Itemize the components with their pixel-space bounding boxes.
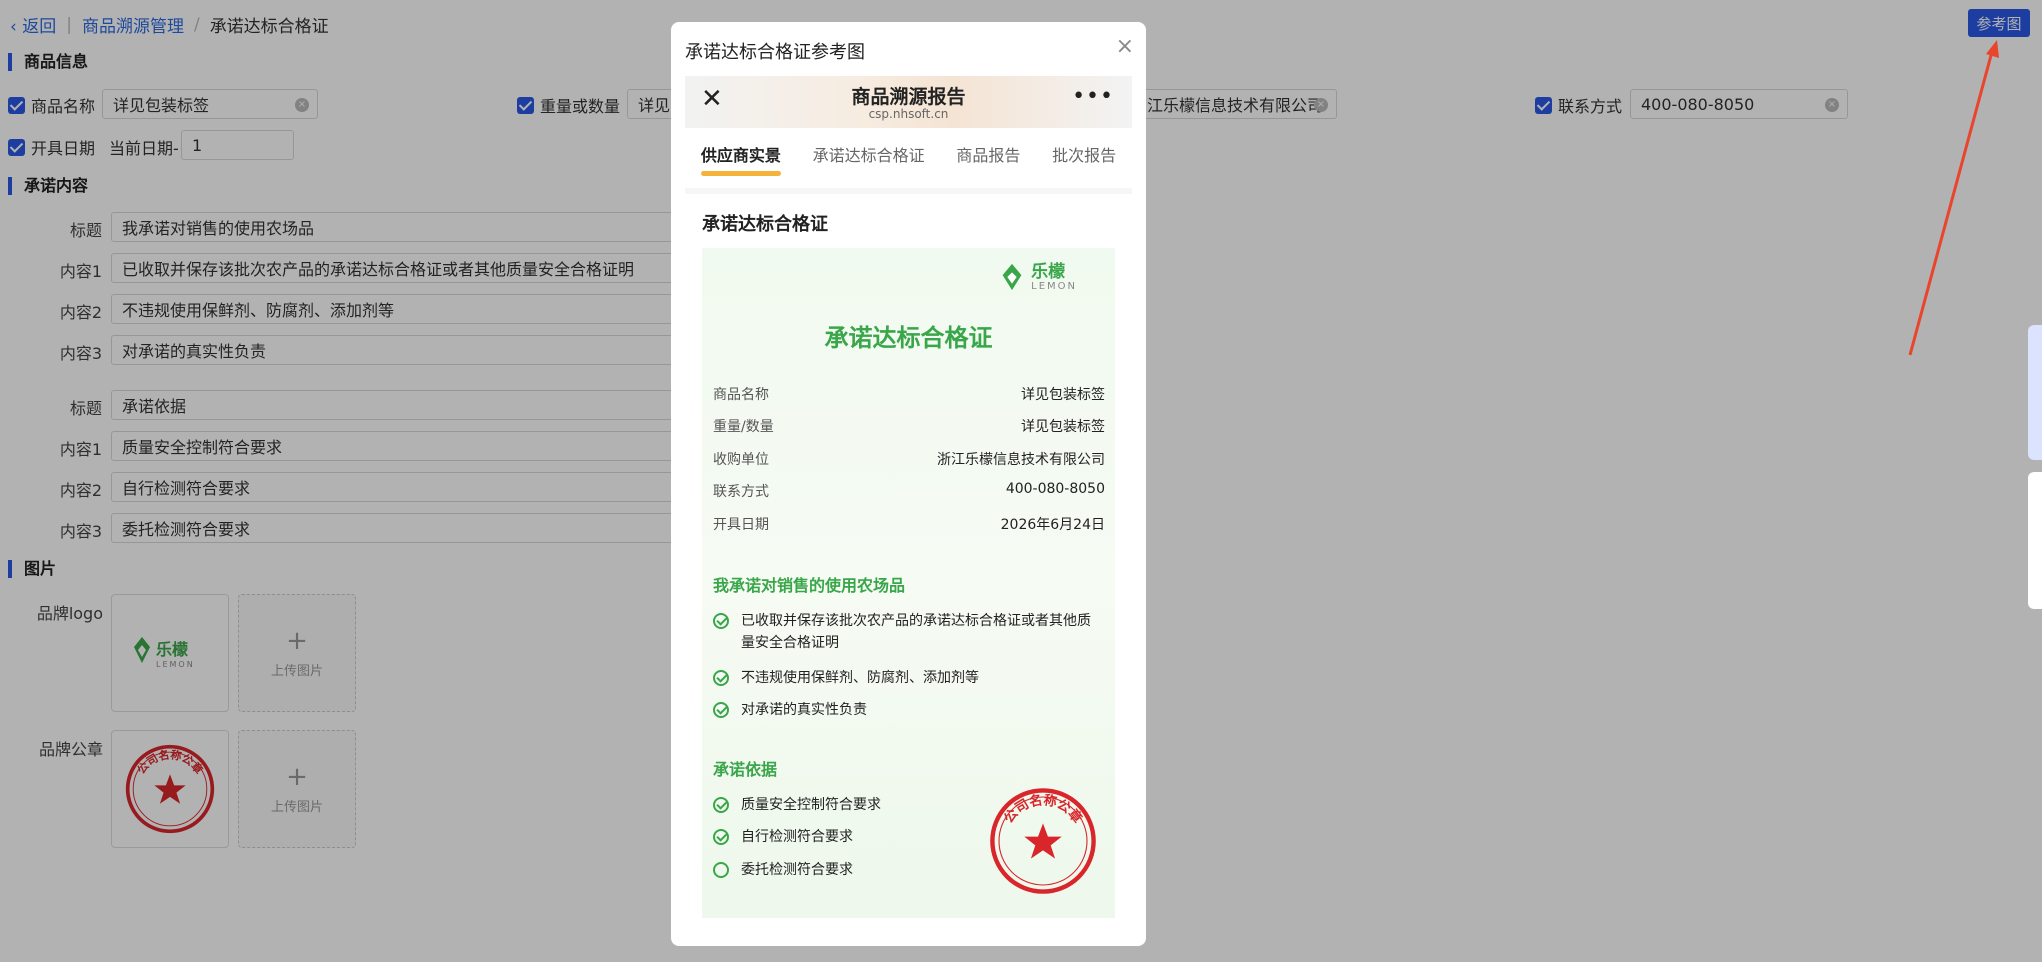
more-icon: ••• bbox=[1072, 84, 1114, 109]
certificate-title: 承诺达标合格证 bbox=[824, 324, 993, 352]
check-icon bbox=[713, 670, 729, 686]
phone-preview: ✕ 商品溯源报告 csp.nhsoft.cn ••• 供应商实景 承诺达标合格证… bbox=[685, 76, 1132, 940]
promise-group-title: 我承诺对销售的使用农场品 bbox=[713, 576, 906, 595]
side-float-panel[interactable] bbox=[2028, 325, 2042, 460]
certificate-brand-en: LEMON bbox=[1031, 280, 1077, 292]
phone-url: csp.nhsoft.cn bbox=[868, 107, 949, 121]
lemon-logo-icon bbox=[1002, 263, 1022, 291]
basis-group-title: 承诺依据 bbox=[713, 760, 778, 779]
tab-product-report: 商品报告 bbox=[956, 146, 1021, 165]
modal-title: 承诺达标合格证参考图 bbox=[685, 42, 865, 63]
check-icon bbox=[713, 702, 729, 718]
phone-tabs: 供应商实景 承诺达标合格证 商品报告 批次报告 bbox=[685, 128, 1132, 188]
tab-supplier: 供应商实景 bbox=[700, 142, 781, 176]
certificate-section-title: 承诺达标合格证 bbox=[702, 214, 828, 235]
kv-row: 商品名称 详见包装标签 bbox=[713, 387, 1105, 403]
certificate-seal-icon: 公司名称公章 bbox=[990, 788, 1096, 894]
certificate-card: 乐檬 LEMON 承诺达标合格证 商品名称 详见包装标签 重量/数量 详见包装标签 … bbox=[702, 248, 1115, 918]
tab-certificate: 承诺达标合格证 bbox=[812, 146, 925, 165]
check-icon bbox=[713, 613, 729, 629]
phone-body: 承诺达标合格证 乐檬 LEMON 承诺达标合格证 商品名称 详见包装标签 重量/数… bbox=[685, 194, 1132, 940]
kv-row: 开具日期 2026年6月24日 bbox=[713, 517, 1105, 533]
check-icon bbox=[713, 797, 729, 813]
side-service-panel[interactable] bbox=[2028, 472, 2042, 609]
loading-circle-icon bbox=[713, 862, 729, 878]
phone-header: ✕ 商品溯源报告 csp.nhsoft.cn ••• bbox=[685, 76, 1132, 128]
phone-title: 商品溯源报告 bbox=[851, 86, 966, 108]
list-item: 已收取并保存该批次农产品的承诺达标合格证或者其他质量安全合格证明 bbox=[713, 610, 1103, 654]
certificate-brand: 乐檬 LEMON bbox=[999, 262, 1077, 292]
reference-modal: 承诺达标合格证参考图 × ✕ 商品溯源报告 csp.nhsoft.cn ••• … bbox=[671, 22, 1146, 946]
tab-batch-report: 批次报告 bbox=[1052, 146, 1117, 165]
list-item: 不违规使用保鲜剂、防腐剂、添加剂等 bbox=[713, 667, 1103, 689]
modal-close-icon[interactable]: × bbox=[1116, 36, 1134, 58]
list-item: 对承诺的真实性负责 bbox=[713, 699, 1103, 721]
kv-row: 重量/数量 详见包装标签 bbox=[713, 419, 1105, 435]
check-icon bbox=[713, 829, 729, 845]
certificate-brand-name: 乐檬 bbox=[1031, 261, 1066, 282]
kv-row: 收购单位 浙江乐檬信息技术有限公司 bbox=[713, 452, 1105, 468]
kv-row: 联系方式 400-080-8050 bbox=[713, 481, 1105, 500]
